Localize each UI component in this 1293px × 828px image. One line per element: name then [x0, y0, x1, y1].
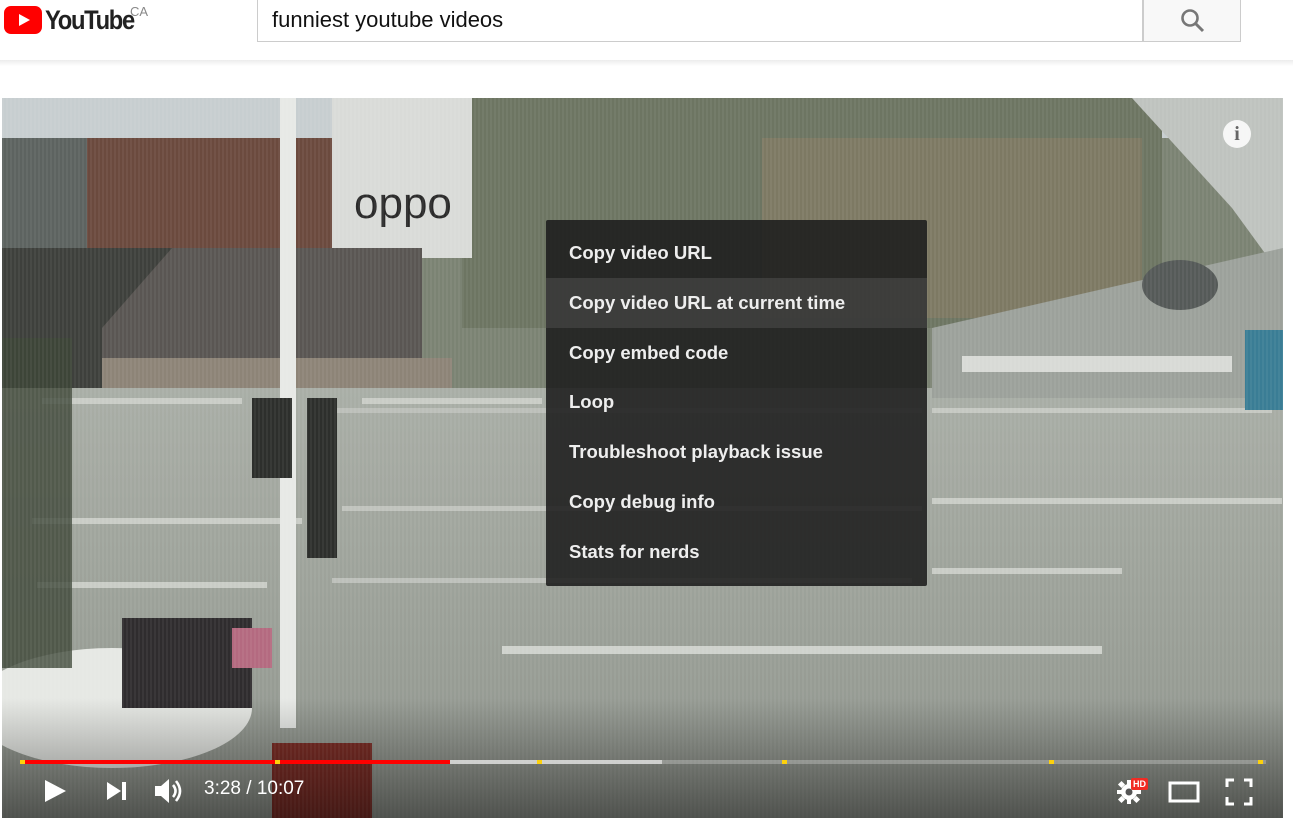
- search-button[interactable]: [1143, 0, 1241, 42]
- ad-marker: [537, 760, 542, 764]
- hd-badge: HD: [1131, 778, 1148, 790]
- search-icon: [1181, 9, 1205, 33]
- ad-marker: [1258, 760, 1263, 764]
- fullscreen-icon[interactable]: [1225, 778, 1253, 806]
- volume-icon[interactable]: [153, 776, 185, 806]
- menu-item-troubleshoot[interactable]: Troubleshoot playback issue: [546, 427, 927, 477]
- progress-played: [20, 760, 450, 764]
- ad-marker: [782, 760, 787, 764]
- menu-item-copy-url-at-time[interactable]: Copy video URL at current time: [546, 277, 927, 328]
- ad-marker: [20, 760, 25, 764]
- country-code: CA: [130, 4, 149, 19]
- search-box[interactable]: [257, 0, 1143, 42]
- menu-item-copy-embed-code[interactable]: Copy embed code: [546, 328, 927, 378]
- menu-item-loop[interactable]: Loop: [546, 377, 927, 427]
- logo-text: YouTube: [45, 4, 135, 35]
- ad-marker: [275, 760, 280, 764]
- theater-mode-icon[interactable]: [1168, 780, 1200, 804]
- controls-gradient: [2, 698, 1283, 818]
- next-icon[interactable]: [105, 780, 129, 802]
- youtube-logo-icon: [4, 6, 42, 34]
- menu-item-copy-video-url[interactable]: Copy video URL: [546, 228, 927, 278]
- play-icon[interactable]: [42, 778, 68, 804]
- header-divider: [0, 60, 1293, 66]
- search-input[interactable]: [272, 6, 1122, 34]
- masthead: YouTube CA: [0, 0, 1293, 62]
- menu-item-copy-debug-info[interactable]: Copy debug info: [546, 477, 927, 527]
- ad-marker: [1049, 760, 1054, 764]
- info-icon[interactable]: i: [1223, 120, 1251, 148]
- progress-bar[interactable]: [20, 760, 1266, 764]
- video-player[interactable]: oppo i C: [2, 98, 1283, 818]
- menu-item-stats-for-nerds[interactable]: Stats for nerds: [546, 527, 927, 577]
- youtube-logo[interactable]: YouTube CA: [4, 4, 149, 35]
- time-display: 3:28 / 10:07: [204, 778, 305, 799]
- context-menu: Copy video URL Copy video URL at current…: [546, 220, 927, 586]
